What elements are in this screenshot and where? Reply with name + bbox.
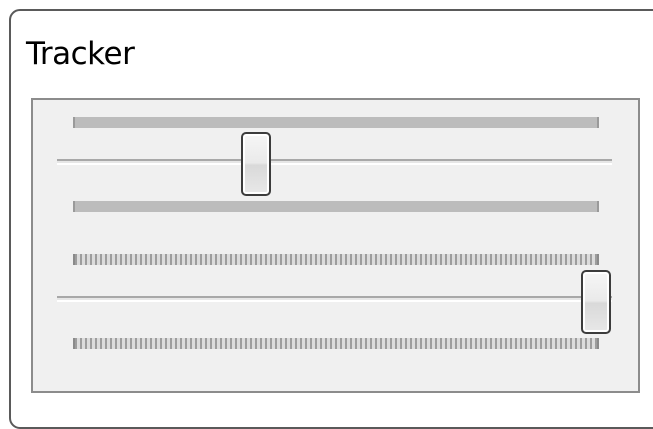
- slider-1-track[interactable]: [57, 159, 612, 165]
- slider-2-track[interactable]: [57, 296, 612, 302]
- slider-2-bottom-ticks: [73, 338, 599, 349]
- slider-1-top-ticks: [73, 117, 599, 128]
- slider-1-bottom-ticks: [73, 201, 599, 212]
- window-title: Tracker: [26, 36, 135, 72]
- slider-1-thumb[interactable]: [241, 132, 271, 196]
- slider-2-thumb[interactable]: [581, 270, 611, 334]
- slider-2-top-ticks: [73, 254, 599, 265]
